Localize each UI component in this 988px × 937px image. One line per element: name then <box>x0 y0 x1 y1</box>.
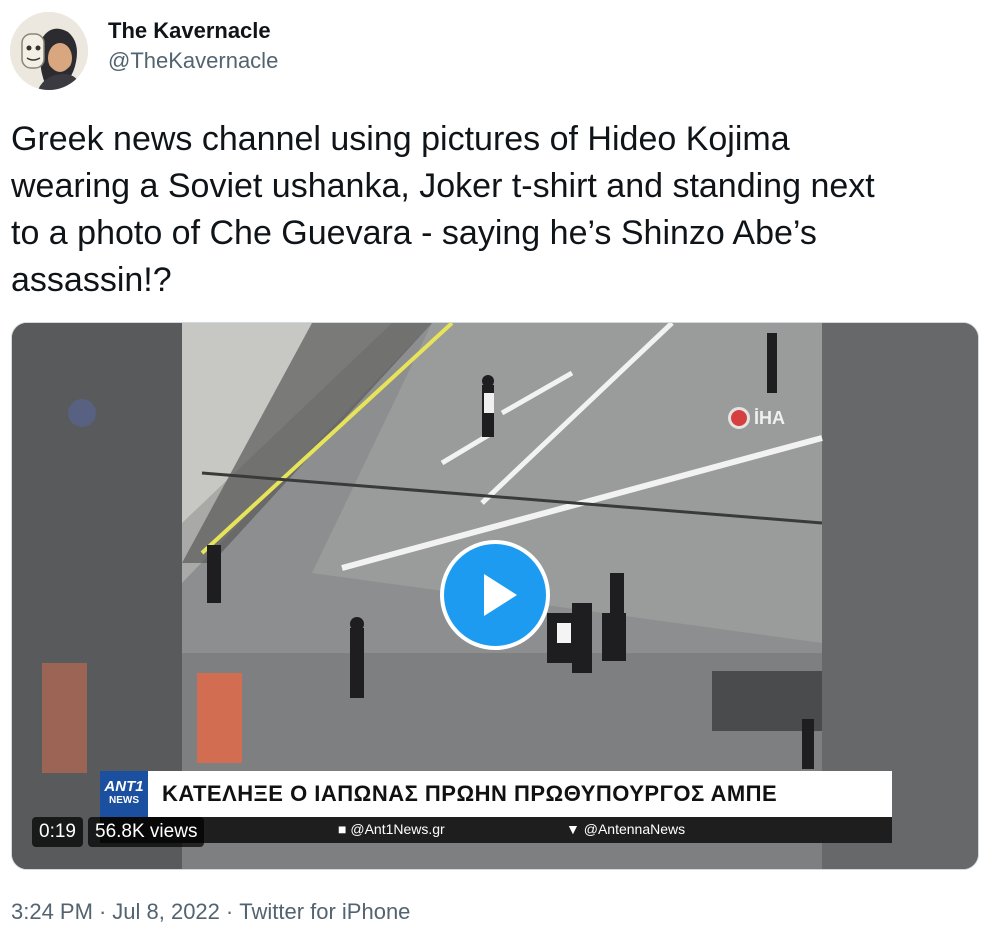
tweet-date[interactable]: Jul 8, 2022 <box>112 899 220 924</box>
news-social-bar: ■ @Ant1News.gr ▼ @AntennaNews <box>100 817 892 843</box>
separator-dot: · <box>225 899 234 924</box>
ant1-news-logo: ANT1 NEWS <box>100 771 148 817</box>
facebook-handle-text: @Ant1News.gr <box>350 821 445 837</box>
video-views-badge: 56.8K views <box>88 817 205 847</box>
facebook-handle: ■ @Ant1News.gr <box>338 821 445 837</box>
tweet-header: The Kavernacle @TheKavernacle <box>10 12 278 90</box>
author-names: The Kavernacle @TheKavernacle <box>108 18 278 76</box>
play-icon <box>484 574 517 616</box>
ant1-logo-top: ANT1 <box>104 778 144 795</box>
avatar[interactable] <box>10 12 88 90</box>
tweet: The Kavernacle @TheKavernacle Greek news… <box>0 0 988 937</box>
tweet-text: Greek news channel using pictures of Hid… <box>11 120 875 299</box>
avatar-illustration <box>10 12 88 90</box>
play-button[interactable] <box>440 540 550 650</box>
video-duration-badge: 0:19 <box>32 817 83 847</box>
tweet-source-link[interactable]: Twitter for iPhone <box>239 899 410 924</box>
twitter-handle-text: @AntennaNews <box>583 821 686 837</box>
iha-watermark-text: İHA <box>754 407 785 428</box>
facebook-icon: ■ <box>338 821 347 837</box>
tweet-metadata: 3:24 PM · Jul 8, 2022 · Twitter for iPhone <box>11 899 410 925</box>
iha-watermark: İHA <box>728 407 785 429</box>
display-name[interactable]: The Kavernacle <box>108 16 278 46</box>
iha-logo-icon <box>728 407 750 429</box>
news-headline-bar: ANT1 NEWS ΚΑΤΕΛΗΞΕ Ο ΙΑΠΩΝΑΣ ΠΡΩΗΝ ΠΡΩΘΥ… <box>100 771 892 817</box>
video-player[interactable]: İHA ANT1 NEWS ΚΑΤΕΛΗΞΕ Ο ΙΑΠΩΝΑΣ ΠΡΩΗΝ Π… <box>11 322 979 870</box>
user-handle[interactable]: @TheKavernacle <box>108 46 278 76</box>
twitter-bird-icon: ▼ <box>566 821 580 837</box>
news-headline: ΚΑΤΕΛΗΞΕ Ο ΙΑΠΩΝΑΣ ΠΡΩΗΝ ΠΡΩΘΥΠΟΥΡΓΟΣ ΑΜ… <box>162 781 778 806</box>
tweet-time[interactable]: 3:24 PM <box>11 899 93 924</box>
ant1-logo-bottom: NEWS <box>109 795 139 806</box>
separator-dot: · <box>98 899 107 924</box>
twitter-handle: ▼ @AntennaNews <box>566 821 685 837</box>
